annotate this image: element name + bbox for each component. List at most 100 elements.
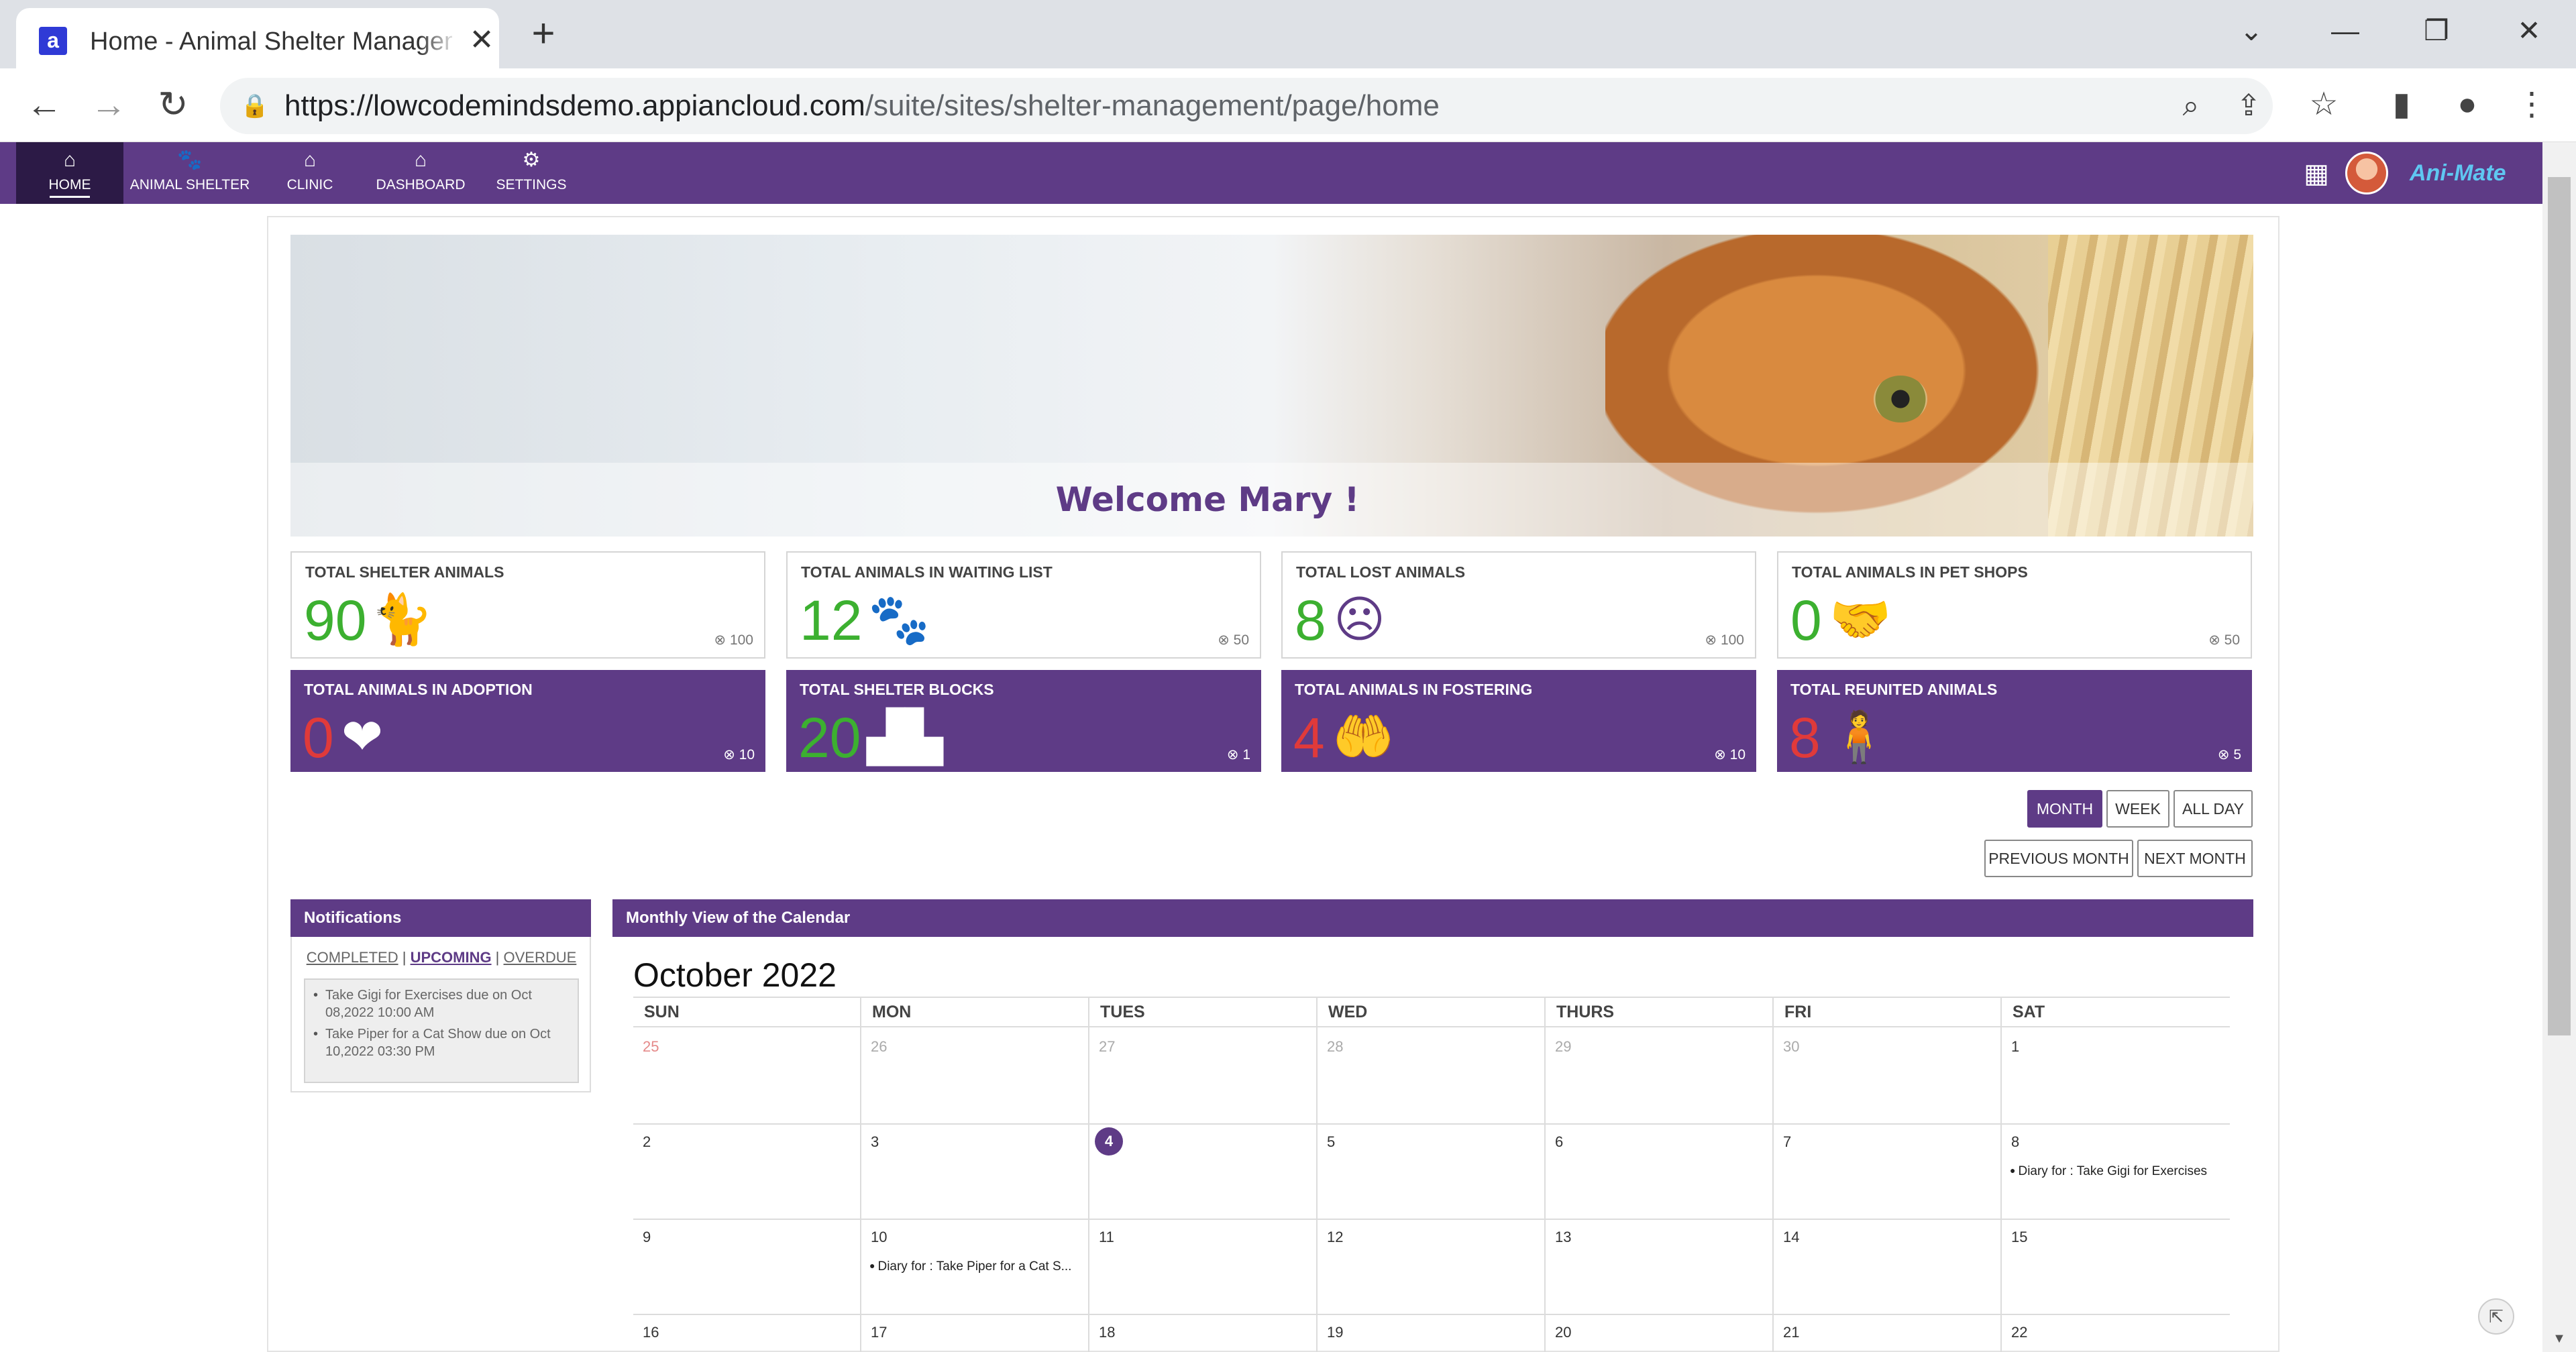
calendar-day[interactable]: 28	[1327, 1035, 1367, 1058]
side-panel-icon[interactable]: ▮	[2380, 83, 2423, 126]
tile-shelter-blocks[interactable]: TOTAL SHELTER BLOCKS 20 ▟▙ ⊗ 1	[786, 670, 1261, 772]
calendar-day[interactable]: 13	[1555, 1226, 1595, 1249]
scroll-down-icon[interactable]: ▼	[2542, 1325, 2576, 1352]
calendar-day[interactable]: 1	[2011, 1035, 2051, 1058]
calendar-day[interactable]: 10	[871, 1226, 911, 1249]
bookmark-star-icon[interactable]: ☆	[2302, 83, 2345, 126]
reload-icon[interactable]: ↻	[152, 83, 195, 126]
browser-tab[interactable]: a Home - Animal Shelter Management ✕	[16, 8, 499, 68]
calendar-day[interactable]: 27	[1099, 1035, 1139, 1058]
calendar-day[interactable]: 5	[1327, 1131, 1367, 1153]
calendar-day[interactable]: 6	[1555, 1131, 1595, 1153]
calendar-week-rule	[633, 1219, 2230, 1220]
tab-search-icon[interactable]: ⌄	[2224, 11, 2278, 51]
menu-dots-icon[interactable]: ⋮	[2510, 83, 2553, 126]
notification-item: Take Gigi for Exercises due on Oct 08,20…	[313, 987, 574, 1021]
calendar-col-divider	[1316, 998, 1318, 1352]
calendar-day[interactable]: 7	[1783, 1131, 1823, 1153]
welcome-message: Welcome Mary !	[1055, 480, 1360, 519]
tile-lost-animals[interactable]: TOTAL LOST ANIMALS 8 ☹ ⊗ 100	[1281, 551, 1756, 659]
tile-label: TOTAL LOST ANIMALS	[1296, 563, 1466, 581]
forward-icon[interactable]: →	[87, 83, 130, 126]
calendar-day[interactable]: 3	[871, 1131, 911, 1153]
calendar-day[interactable]: 30	[1783, 1035, 1823, 1058]
dashboard-icon: ⌂	[414, 149, 427, 171]
calendar-day[interactable]: 14	[1783, 1226, 1823, 1249]
heart-hand-icon: ❤	[341, 709, 384, 765]
nav-dashboard-label: DASHBOARD	[376, 177, 466, 192]
tile-label: TOTAL ANIMALS IN ADOPTION	[304, 681, 533, 698]
browser-tab-strip: a Home - Animal Shelter Management ✕ + ⌄…	[0, 0, 2576, 68]
paw-icon: 🐾	[177, 149, 203, 171]
tile-total-shelter-animals[interactable]: TOTAL SHELTER ANIMALS 90 🐈 ⊗ 100	[290, 551, 765, 659]
tile-label: TOTAL ANIMALS IN WAITING LIST	[801, 563, 1053, 581]
calendar-day[interactable]: 9	[643, 1226, 683, 1249]
nav-settings[interactable]: ⚙ SETTINGS	[487, 142, 576, 204]
dow-wed: WED	[1328, 1003, 1368, 1021]
calendar-day[interactable]: 29	[1555, 1035, 1595, 1058]
week-view-button[interactable]: WEEK	[2106, 790, 2169, 828]
calendar-day[interactable]: 18	[1099, 1321, 1139, 1344]
calendar-today[interactable]: 4	[1095, 1127, 1123, 1156]
avatar[interactable]	[2345, 152, 2388, 194]
lock-icon: 🔒	[240, 93, 270, 119]
favicon-icon: a	[39, 27, 67, 55]
nav-animal-shelter[interactable]: 🐾 ANIMAL SHELTER	[127, 142, 252, 204]
tile-pet-shops[interactable]: TOTAL ANIMALS IN PET SHOPS 0 🤝 ⊗ 50	[1777, 551, 2252, 659]
browser-toolbar: ← → ↻ 🔒 https://lowcodemindsdemo.appianc…	[0, 68, 2576, 142]
calendar-event[interactable]: Diary for : Take Piper for a Cat S...	[869, 1255, 1084, 1276]
calendar-day[interactable]: 15	[2011, 1226, 2051, 1249]
tile-reunited[interactable]: TOTAL REUNITED ANIMALS 8 🧍 ⊗ 5	[1777, 670, 2252, 772]
notification-filters: COMPLETED | UPCOMING | OVERDUE	[306, 949, 577, 966]
notifications-panel: COMPLETED | UPCOMING | OVERDUE Take Gigi…	[290, 937, 591, 1092]
address-bar[interactable]: 🔒 https://lowcodemindsdemo.appiancloud.c…	[220, 78, 2273, 134]
calendar-day[interactable]: 2	[643, 1131, 683, 1153]
restore-icon[interactable]: ❐	[2410, 11, 2463, 51]
calendar-day[interactable]: 11	[1099, 1226, 1139, 1249]
dow-sun: SUN	[644, 1003, 680, 1021]
share-icon[interactable]: ⇪	[2230, 89, 2267, 123]
minimize-icon[interactable]: —	[2318, 11, 2372, 51]
all-day-view-button[interactable]: ALL DAY	[2174, 790, 2253, 828]
calendar-day[interactable]: 8	[2011, 1131, 2051, 1153]
zoom-icon[interactable]: ⌕	[2172, 89, 2210, 123]
app-grid-icon[interactable]: ▦	[2301, 158, 2332, 189]
tile-adoption[interactable]: TOTAL ANIMALS IN ADOPTION 0 ❤ ⊗ 10	[290, 670, 765, 772]
brand-logo: Ani-Mate	[2410, 160, 2506, 186]
back-icon[interactable]: ←	[23, 83, 66, 126]
filter-overdue[interactable]: OVERDUE	[504, 949, 577, 966]
filter-upcoming[interactable]: UPCOMING	[411, 949, 492, 966]
calendar-day[interactable]: 20	[1555, 1321, 1595, 1344]
calendar-day[interactable]: 25	[643, 1035, 683, 1058]
calendar-day[interactable]: 19	[1327, 1321, 1367, 1344]
calendar-day[interactable]: 12	[1327, 1226, 1367, 1249]
notifications-header: Notifications	[290, 899, 591, 937]
nav-home[interactable]: ⌂ HOME	[16, 142, 123, 204]
calendar-day[interactable]: 26	[871, 1035, 911, 1058]
profile-icon[interactable]: ●	[2446, 83, 2489, 126]
next-month-button[interactable]: NEXT MONTH	[2137, 840, 2253, 877]
month-view-button[interactable]: MONTH	[2027, 790, 2102, 828]
close-window-icon[interactable]: ✕	[2502, 11, 2556, 51]
new-tab-button[interactable]: +	[523, 13, 564, 54]
filter-completed[interactable]: COMPLETED	[307, 949, 398, 966]
tile-label: TOTAL ANIMALS IN FOSTERING	[1295, 681, 1533, 698]
tile-fostering[interactable]: TOTAL ANIMALS IN FOSTERING 4 🤲 ⊗ 10	[1281, 670, 1756, 772]
previous-month-button[interactable]: PREVIOUS MONTH	[1984, 840, 2133, 877]
tab-title: Home - Animal Shelter Management	[90, 27, 452, 56]
tile-target-value: 1	[1242, 747, 1250, 763]
close-tab-icon[interactable]: ✕	[466, 24, 498, 56]
calendar-day[interactable]: 16	[643, 1321, 683, 1344]
calendar-day[interactable]: 21	[1783, 1321, 1823, 1344]
nav-dashboard[interactable]: ⌂ DASHBOARD	[369, 142, 472, 204]
notification-list: Take Gigi for Exercises due on Oct 08,20…	[304, 978, 579, 1083]
tile-target: ⊗ 100	[1705, 632, 1744, 648]
calendar-week-rule	[633, 1314, 2230, 1315]
nav-clinic[interactable]: ⌂ CLINIC	[268, 142, 352, 204]
calendar-event[interactable]: Diary for : Take Gigi for Exercises	[2010, 1160, 2231, 1180]
calendar-day[interactable]: 22	[2011, 1321, 2051, 1344]
calendar-day[interactable]: 17	[871, 1321, 911, 1344]
feedback-icon[interactable]: ⇱	[2478, 1298, 2514, 1335]
tile-waiting-list[interactable]: TOTAL ANIMALS IN WAITING LIST 12 🐾 ⊗ 50	[786, 551, 1261, 659]
scrollbar-thumb[interactable]	[2548, 177, 2571, 1035]
